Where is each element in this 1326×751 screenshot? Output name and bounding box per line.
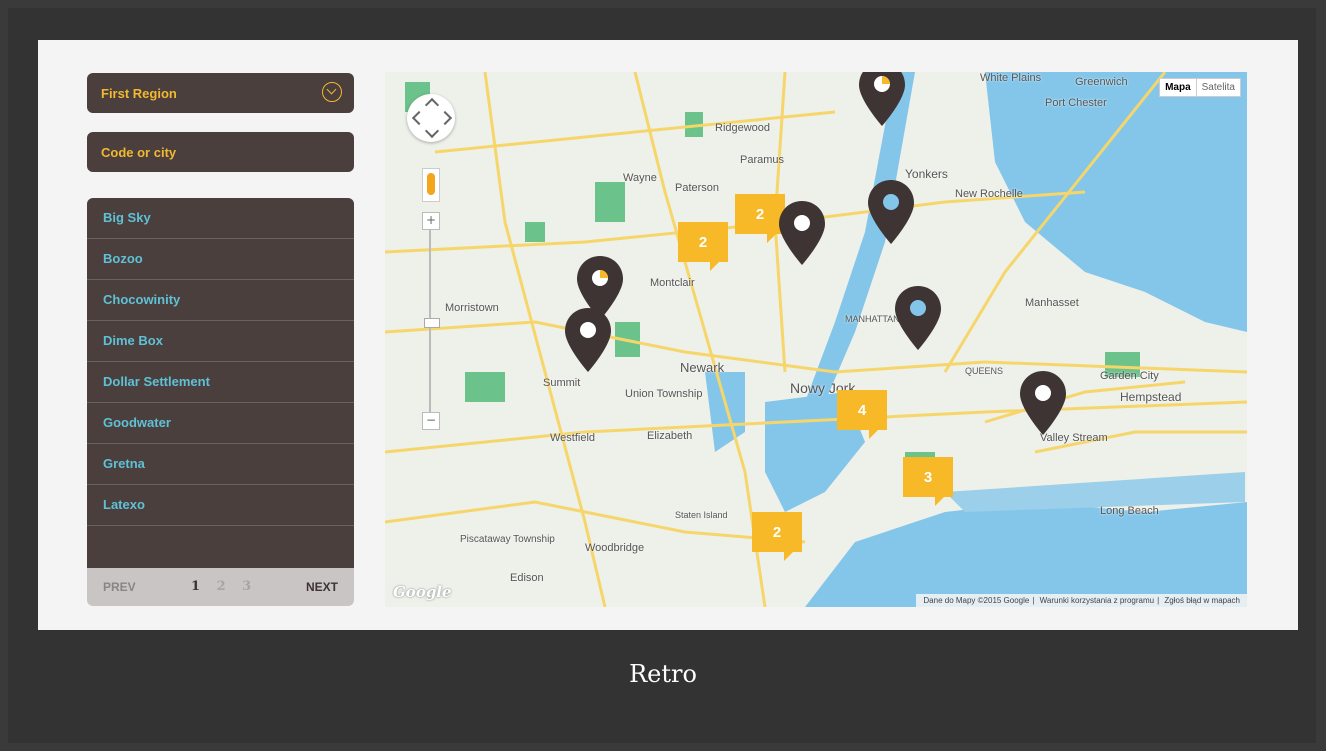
report-error-link[interactable]: Zgłoś błąd w mapach xyxy=(1164,596,1240,605)
pan-control[interactable] xyxy=(407,94,455,142)
map-label: New Rochelle xyxy=(955,188,1023,200)
map-label: White Plains xyxy=(980,72,1042,84)
map-type-map-button[interactable]: Mapa xyxy=(1160,79,1197,96)
map-base xyxy=(385,72,1247,607)
map-label: Westfield xyxy=(550,432,596,444)
map-label: Manhasset xyxy=(1025,297,1079,309)
page-numbers: 1 2 3 xyxy=(185,579,257,594)
prev-button[interactable]: PREV xyxy=(103,580,136,594)
map-label: Hempstead xyxy=(1120,390,1182,404)
map-label: QUEENS xyxy=(965,366,1004,376)
list-item[interactable]: Dime Box xyxy=(87,321,354,362)
location-pin-icon[interactable] xyxy=(866,178,916,246)
map-label: Port Chester xyxy=(1045,97,1107,109)
chevron-down-icon xyxy=(424,123,440,139)
zoom-slider[interactable] xyxy=(429,212,431,422)
map-label: Ridgewood xyxy=(715,122,771,134)
map-label: Edison xyxy=(510,572,544,584)
map-label: Summit xyxy=(543,377,581,389)
map-attribution: Dane do Mapy ©2015 Google | Warunki korzy… xyxy=(916,594,1247,607)
street-view-pegman-icon[interactable] xyxy=(422,168,440,202)
location-list: Big Sky Bozoo Chocowinity Dime Box Dolla… xyxy=(87,198,354,568)
page-3-link[interactable]: 3 xyxy=(242,579,251,594)
chevron-up-icon xyxy=(424,97,440,113)
next-button[interactable]: NEXT xyxy=(306,580,338,594)
map-label: Woodbridge xyxy=(585,542,645,554)
map-label: MANHATTAN xyxy=(845,314,900,324)
zoom-out-button[interactable]: − xyxy=(422,412,440,430)
map-label: Piscataway Township xyxy=(460,534,555,545)
map-label: Greenwich xyxy=(1075,76,1128,88)
chevron-left-icon xyxy=(411,110,427,126)
caption: Retro xyxy=(629,660,697,688)
map-label: Montclair xyxy=(650,277,695,289)
region-select[interactable]: First Region xyxy=(87,73,354,113)
map-view[interactable]: Paterson Newark Nowy Jork Yonkers New Ro… xyxy=(385,72,1247,607)
map-type-satellite-button[interactable]: Satelita xyxy=(1197,79,1240,96)
location-pin-icon[interactable] xyxy=(777,199,827,267)
map-label: Newark xyxy=(680,360,725,375)
cluster-marker[interactable]: 4 xyxy=(837,390,887,439)
page-2-link[interactable]: 2 xyxy=(217,579,226,594)
map-label: Union Township xyxy=(625,388,703,400)
cluster-marker[interactable]: 2 xyxy=(678,222,728,271)
location-pin-icon[interactable] xyxy=(1018,369,1068,437)
map-label: Paramus xyxy=(740,154,785,166)
cluster-marker[interactable]: 3 xyxy=(903,457,953,506)
map-label: Elizabeth xyxy=(647,430,693,442)
location-pin-icon[interactable] xyxy=(563,306,613,374)
pagination: PREV 1 2 3 NEXT xyxy=(87,568,354,606)
terms-link[interactable]: Warunki korzystania z programu xyxy=(1040,596,1154,605)
list-item[interactable]: Gretna xyxy=(87,444,354,485)
cluster-marker[interactable]: 2 xyxy=(752,512,802,561)
map-label: Staten Island xyxy=(675,510,728,520)
map-type-control: Mapa Satelita xyxy=(1159,78,1241,97)
zoom-in-button[interactable]: + xyxy=(422,212,440,230)
list-item[interactable]: Latexo xyxy=(87,485,354,526)
page-1-link[interactable]: 1 xyxy=(191,579,200,594)
attribution-text: Dane do Mapy ©2015 Google xyxy=(923,596,1030,605)
location-pin-icon[interactable] xyxy=(893,284,943,352)
map-label: Garden City xyxy=(1100,370,1159,382)
map-label: Paterson xyxy=(675,182,720,194)
list-item[interactable]: Big Sky xyxy=(87,198,354,239)
google-logo: Google xyxy=(393,583,452,601)
zoom-slider-handle[interactable] xyxy=(424,318,440,328)
list-item[interactable]: Chocowinity xyxy=(87,280,354,321)
region-select-label: First Region xyxy=(101,85,177,101)
list-item[interactable]: Dollar Settlement xyxy=(87,362,354,403)
map-label: Morristown xyxy=(445,302,499,314)
list-item[interactable]: Bozoo xyxy=(87,239,354,280)
map-label: Wayne xyxy=(623,172,657,184)
list-item[interactable]: Goodwater xyxy=(87,403,354,444)
search-input[interactable] xyxy=(87,132,354,172)
chevron-down-icon xyxy=(322,82,342,102)
location-pin-icon[interactable] xyxy=(857,72,907,128)
map-label: Long Beach xyxy=(1100,505,1159,517)
chevron-right-icon xyxy=(437,110,453,126)
